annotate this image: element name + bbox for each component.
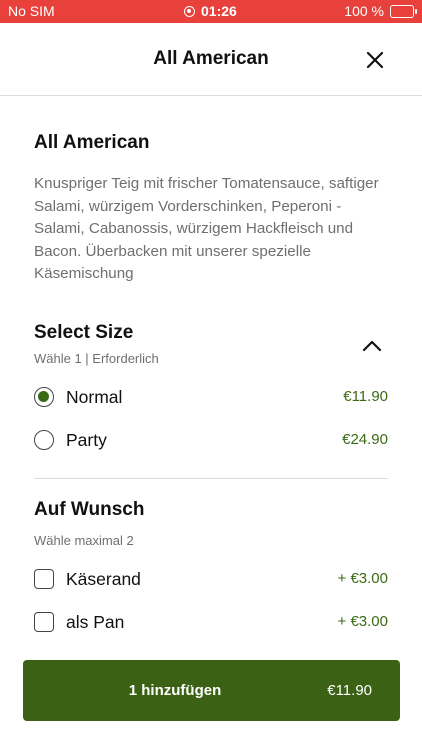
size-option-price: €11.90: [343, 388, 388, 405]
item-title: All American: [34, 132, 150, 153]
size-section-subtitle: Wähle 1 | Erforderlich: [34, 351, 159, 366]
status-bar: No SIM 01:26 100 %: [0, 0, 422, 23]
section-divider: [34, 478, 388, 479]
size-option-label: Party: [66, 430, 107, 450]
battery-label: 100 %: [344, 3, 384, 19]
time-label: 01:26: [201, 3, 237, 19]
radio-unselected[interactable]: [34, 430, 54, 450]
extra-option-label: Käserand: [66, 569, 141, 589]
extra-option-price: + €3.00: [337, 613, 388, 630]
chevron-up-icon: [362, 340, 382, 352]
modal-header: All American: [0, 23, 422, 96]
item-description: Knuspriger Teig mit frischer Tomatensauc…: [34, 175, 379, 282]
close-button[interactable]: [360, 45, 390, 75]
size-option-normal[interactable]: Normal €11.90: [34, 383, 388, 413]
add-to-cart-label: 1 hinzufügen: [128, 682, 222, 699]
extras-section-title: Auf Wunsch: [34, 499, 145, 520]
status-time: 01:26: [184, 3, 237, 19]
size-option-party[interactable]: Party €24.90: [34, 426, 388, 456]
checkbox-unchecked[interactable]: [34, 569, 54, 589]
size-section-title: Select Size: [34, 322, 134, 343]
extra-option-label: als Pan: [66, 612, 125, 632]
battery-icon: [390, 4, 417, 18]
add-to-cart-button[interactable]: 1 hinzufügen €11.90: [23, 660, 400, 721]
extra-option-price: + €3.00: [337, 570, 388, 587]
close-icon: [366, 51, 384, 69]
collapse-size-button[interactable]: [360, 334, 384, 358]
size-option-label: Normal: [66, 387, 123, 407]
checkbox-unchecked[interactable]: [34, 612, 54, 632]
extra-option-als-pan[interactable]: als Pan + €3.00: [34, 608, 388, 638]
carrier-label: No SIM: [8, 3, 55, 19]
radio-selected[interactable]: [34, 387, 54, 407]
recording-icon: [184, 5, 195, 17]
add-to-cart-price: €11.90: [327, 682, 372, 699]
extra-option-kaeserand[interactable]: Käserand + €3.00: [34, 565, 388, 595]
extras-section-subtitle: Wähle maximal 2: [34, 533, 134, 548]
modal-title: All American: [153, 48, 269, 69]
battery-status: 100 %: [344, 3, 417, 19]
size-option-price: €24.90: [342, 431, 388, 448]
